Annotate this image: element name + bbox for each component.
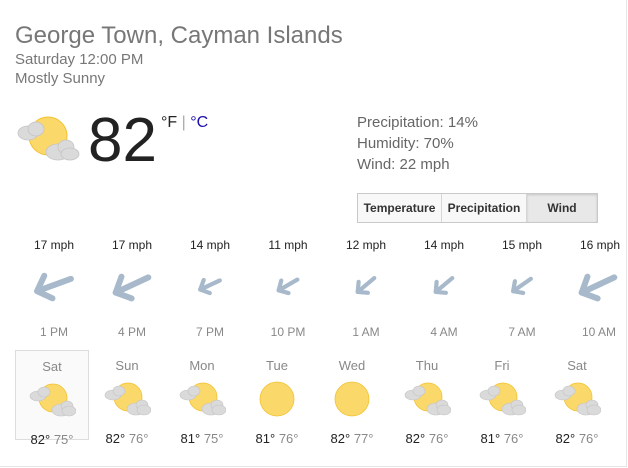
day-low: 77° [353, 431, 374, 446]
day-low: 76° [503, 431, 524, 446]
wind-time: 7 AM [508, 325, 536, 339]
day-name: Sat [42, 359, 62, 374]
wind-speed: 12 mph [345, 238, 387, 252]
wind-time: 1 AM [352, 325, 380, 339]
day-high: 81° [480, 431, 501, 446]
wind-arrow-icon [578, 273, 618, 302]
forecast-day[interactable]: Tue 81° 76° [240, 350, 314, 446]
day-name: Sat [567, 358, 587, 373]
day-name: Fri [494, 358, 510, 373]
wind-speed: 14 mph [423, 238, 465, 252]
wind-time: 10 PM [270, 325, 306, 339]
wind-hour: 16 mph 10 AM [565, 238, 627, 339]
day-name: Mon [189, 358, 215, 373]
day-low: 75° [203, 431, 224, 446]
unit-toggle: °F | °C [161, 114, 208, 132]
precipitation-stat: Precipitation: 14% [357, 114, 478, 131]
partly-cloudy-icon [479, 382, 527, 416]
wind-stat: Wind: 22 mph [357, 156, 450, 173]
day-name: Sun [115, 358, 139, 373]
day-low: 76° [578, 431, 599, 446]
day-name: Tue [266, 358, 288, 373]
weather-card: George Town, Cayman Islands Saturday 12:… [0, 0, 627, 467]
current-temperature: 82 [88, 106, 157, 175]
tab-wind[interactable]: Wind [527, 194, 597, 222]
forecast-day[interactable]: Sun 82° 76° [90, 350, 164, 446]
wind-hour: 14 mph 4 AM [409, 238, 479, 339]
fahrenheit-unit[interactable]: °F [161, 114, 177, 131]
sun-icon [334, 381, 370, 417]
wind-arrow-icon [276, 277, 300, 296]
wind-hour: 12 mph 1 AM [331, 238, 401, 339]
forecast-day[interactable]: Thu 82° 76° [390, 350, 464, 446]
wind-hour: 17 mph 4 PM [97, 238, 167, 339]
wind-arrow-icon [34, 272, 74, 302]
day-high: 82° [405, 431, 426, 446]
partly-cloudy-icon [404, 382, 452, 416]
wind-arrow-icon [198, 277, 222, 296]
wind-speed: 15 mph [501, 238, 543, 252]
tab-temperature[interactable]: Temperature [358, 194, 442, 222]
wind-arrow-icon [112, 273, 152, 302]
wind-speed: 17 mph [33, 238, 75, 252]
wind-arrow-icon [433, 275, 455, 295]
partly-cloudy-icon [554, 382, 602, 416]
day-high: 81° [180, 431, 201, 446]
wind-hour: 15 mph 7 AM [487, 238, 557, 339]
weather-stats: Precipitation: 14% Humidity: 70% Wind: 2… [357, 112, 478, 175]
date-time: Saturday 12:00 PM [15, 51, 144, 68]
partly-cloudy-icon [179, 382, 227, 416]
day-high: 82° [330, 431, 351, 446]
forecast-day[interactable]: Fri 81° 76° [465, 350, 539, 446]
partly-cloudy-icon [17, 116, 80, 161]
wind-speed: 14 mph [189, 238, 231, 252]
day-low: 75° [53, 432, 74, 447]
wind-arrow-icon [355, 275, 377, 295]
day-name: Thu [415, 358, 439, 373]
unit-separator: | [181, 114, 186, 131]
wind-time: 4 AM [430, 325, 458, 339]
wind-time: 10 AM [582, 325, 617, 339]
day-high: 81° [255, 431, 276, 446]
chart-tabs: Temperature Precipitation Wind [357, 193, 598, 223]
day-low: 76° [278, 431, 299, 446]
partly-cloudy-icon [104, 382, 152, 416]
tab-precipitation[interactable]: Precipitation [442, 194, 527, 222]
wind-time: 7 PM [195, 325, 224, 339]
day-low: 76° [428, 431, 449, 446]
day-high: 82° [30, 432, 51, 447]
sun-icon [259, 381, 295, 417]
wind-speed: 17 mph [111, 238, 153, 252]
wind-speed: 11 mph [268, 238, 308, 252]
wind-speed: 16 mph [580, 238, 621, 252]
day-name: Wed [338, 358, 366, 373]
forecast-day[interactable]: Sat 82° 75° [15, 350, 89, 447]
wind-time: 1 PM [39, 325, 68, 339]
celsius-link[interactable]: °C [190, 114, 208, 131]
wind-arrow-icon [511, 276, 533, 296]
condition-text: Mostly Sunny [15, 70, 106, 87]
day-high: 82° [555, 431, 576, 446]
day-high: 82° [105, 431, 126, 446]
day-low: 76° [128, 431, 149, 446]
wind-hour: 11 mph 10 PM [253, 238, 323, 339]
humidity-stat: Humidity: 70% [357, 135, 454, 152]
wind-hour: 17 mph 1 PM [19, 238, 89, 339]
forecast-day[interactable]: Wed 82° 77° [315, 350, 389, 446]
forecast-day[interactable]: Mon 81° 75° [165, 350, 239, 446]
wind-hour: 14 mph 7 PM [175, 238, 245, 339]
location-title: George Town, Cayman Islands [15, 22, 343, 49]
wind-time: 4 PM [117, 325, 146, 339]
forecast-day[interactable]: Sat 82° 76° [540, 350, 614, 446]
partly-cloudy-icon [29, 383, 77, 417]
